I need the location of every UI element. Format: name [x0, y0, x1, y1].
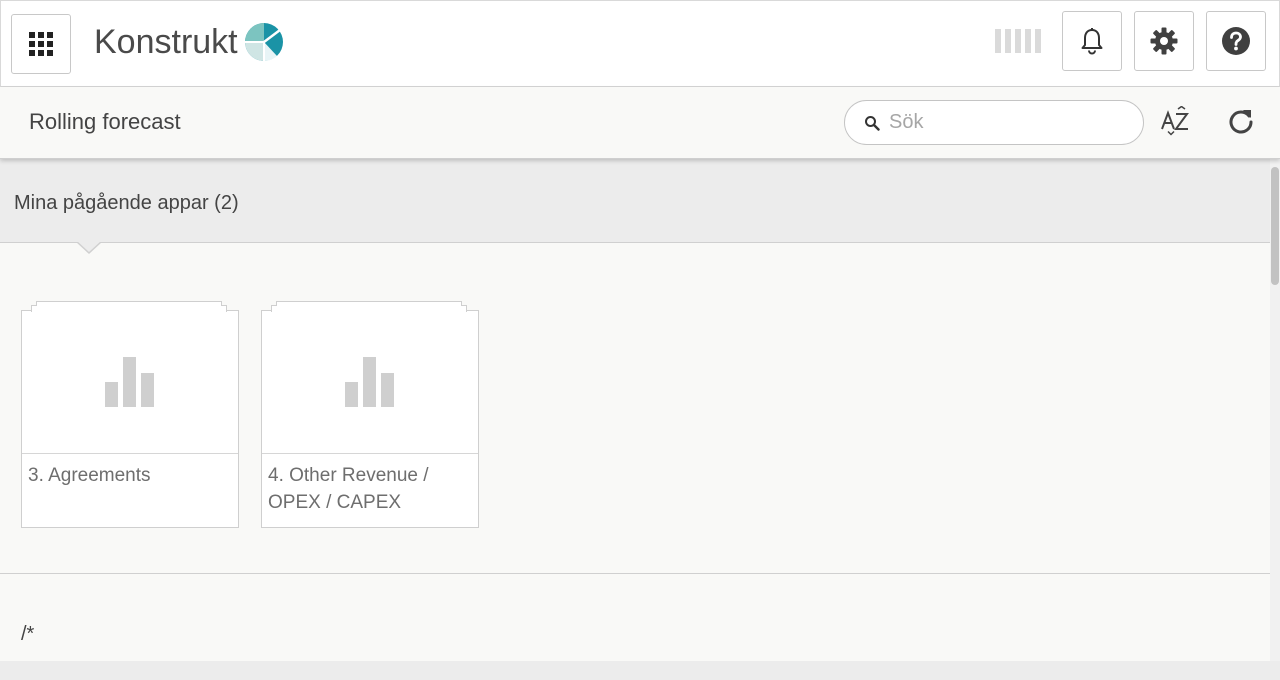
- footer-text: /*: [21, 623, 35, 645]
- sort-button[interactable]: [1157, 104, 1195, 138]
- apps-grid-icon: [29, 32, 53, 56]
- search-box[interactable]: [844, 100, 1144, 145]
- sort-az-icon: [1161, 106, 1189, 136]
- scrollbar[interactable]: [1270, 159, 1280, 661]
- divider: [0, 573, 1270, 574]
- busy-indicator: [995, 29, 1041, 53]
- konstrukt-logo-icon: [244, 23, 283, 62]
- help-icon: [1222, 27, 1250, 55]
- brand-name: Konstrukt: [94, 22, 238, 61]
- section-pointer: [76, 241, 102, 254]
- tile-title: 4. Other Revenue / OPEX / CAPEX: [268, 465, 429, 513]
- scrollbar-thumb[interactable]: [1271, 167, 1279, 285]
- section-header[interactable]: Mina pågående appar (2): [0, 159, 1270, 243]
- bell-icon: [1081, 28, 1103, 55]
- bar-chart-icon: [105, 357, 154, 407]
- top-bar: Konstrukt: [0, 0, 1280, 87]
- brand-logo[interactable]: Konstrukt: [94, 21, 284, 63]
- bar-chart-icon: [345, 357, 394, 407]
- notifications-button[interactable]: [1062, 11, 1122, 71]
- sheet-header: Rolling forecast: [0, 87, 1280, 159]
- page-title: Rolling forecast: [29, 109, 181, 134]
- search-icon: [863, 114, 881, 132]
- refresh-icon: [1229, 110, 1253, 134]
- section-title: Mina pågående appar (2): [14, 192, 239, 214]
- settings-button[interactable]: [1134, 11, 1194, 71]
- tile-thumbnail: [22, 311, 238, 454]
- bottom-strip: [0, 661, 1280, 680]
- refresh-button[interactable]: [1224, 104, 1258, 138]
- apps-menu-button[interactable]: [11, 14, 71, 74]
- app-tile[interactable]: 3. Agreements: [21, 301, 239, 528]
- search-input[interactable]: [889, 111, 1129, 134]
- help-button[interactable]: [1206, 11, 1266, 71]
- tile-title: 3. Agreements: [28, 465, 151, 486]
- gear-icon: [1150, 27, 1178, 55]
- tile-thumbnail: [262, 311, 478, 454]
- app-list-area: Mina pågående appar (2) 3. Agreements 4.…: [0, 159, 1270, 661]
- app-tile[interactable]: 4. Other Revenue / OPEX / CAPEX: [261, 301, 479, 528]
